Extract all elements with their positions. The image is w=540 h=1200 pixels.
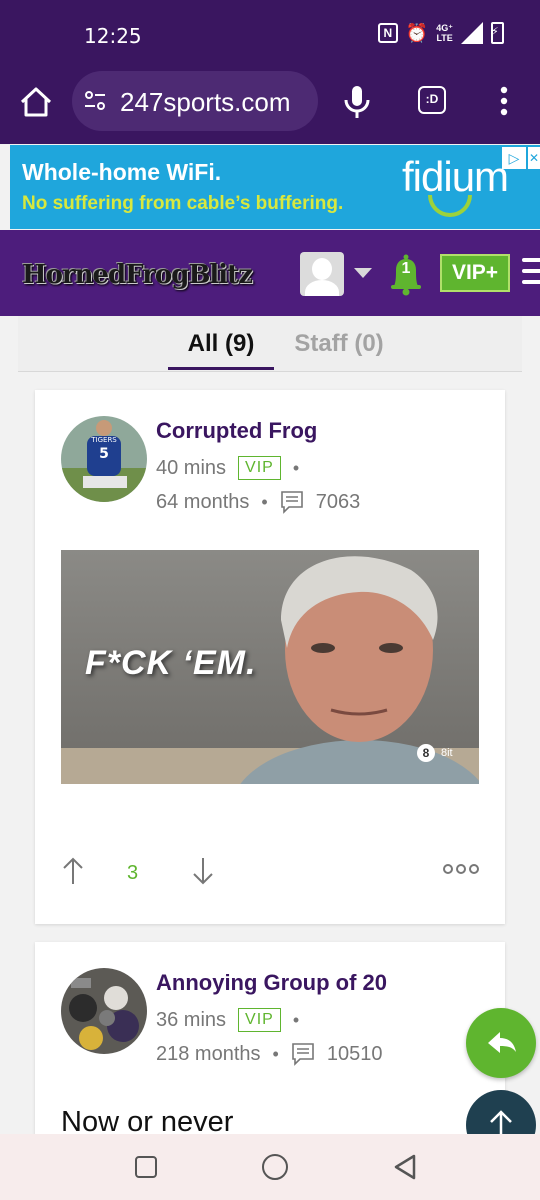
site-header: HornedFrogBlitz 1 VIP+: [0, 230, 540, 316]
adchoices-icon[interactable]: ▷: [502, 147, 526, 169]
ad-brand-logo: fidium: [402, 153, 509, 200]
ad-banner[interactable]: Whole-home WiFi. No suffering from cable…: [10, 145, 540, 229]
author-name[interactable]: Annoying Group of 20: [156, 970, 387, 996]
post-actions: 3: [61, 856, 479, 896]
author-stats: 64 months • 7063: [156, 490, 360, 514]
status-time: 12:25: [84, 24, 142, 48]
system-nav-bar: [0, 1134, 540, 1200]
comment-icon: [292, 1043, 314, 1066]
vote-count: 3: [127, 862, 139, 884]
home-icon[interactable]: [18, 84, 54, 120]
author-avatar[interactable]: TIGERS 5: [61, 416, 147, 502]
active-tab-indicator: [168, 367, 274, 370]
nfc-icon: N: [377, 23, 398, 43]
hamburger-menu-icon[interactable]: [522, 258, 540, 288]
separator-dot: •: [272, 1043, 279, 1064]
author-tenure: 218 months: [156, 1042, 261, 1065]
tab-staff[interactable]: Staff (0): [274, 330, 404, 358]
more-vert-icon[interactable]: [500, 86, 508, 116]
vip-badge: VIP: [238, 456, 281, 480]
ad-tagline: No suffering from cable’s buffering.: [22, 193, 344, 214]
svg-text:5: 5: [99, 446, 109, 462]
upvote-arrow-icon[interactable]: [61, 856, 85, 886]
url-text: 247sports.com: [120, 87, 291, 117]
notifications-bell-icon[interactable]: 1: [386, 252, 426, 296]
author-tenure: 64 months: [156, 490, 250, 513]
more-options-icon[interactable]: [443, 864, 479, 878]
author-stats: 218 months • 10510: [156, 1042, 382, 1066]
post-meta: 36 mins VIP •: [156, 1008, 299, 1032]
status-icons: N ⏰ 4G⁺ LTE: [377, 22, 504, 44]
author-post-count: 7063: [315, 490, 361, 513]
vip-plus-button[interactable]: VIP+: [440, 254, 510, 292]
recents-icon[interactable]: [135, 1156, 157, 1178]
separator-dot: •: [261, 491, 268, 512]
tab-switcher-icon[interactable]: :D: [418, 86, 446, 114]
post-meta: 40 mins VIP •: [156, 456, 299, 480]
address-bar[interactable]: 247sports.com: [72, 71, 318, 131]
comment-icon: [280, 491, 303, 514]
ad-close-icon[interactable]: ✕: [528, 147, 540, 169]
signal-icon: [461, 22, 483, 44]
reply-icon: [488, 1032, 516, 1053]
post-gif-image[interactable]: F*CK ‘EM. 8 8it: [61, 550, 479, 784]
separator-dot: •: [292, 1009, 300, 1030]
site-logo[interactable]: HornedFrogBlitz: [22, 260, 253, 290]
user-avatar[interactable]: [300, 252, 344, 296]
alarm-icon: ⏰: [405, 22, 429, 43]
back-icon[interactable]: [392, 1153, 418, 1181]
downvote-arrow-icon[interactable]: [191, 856, 215, 886]
post-time: 36 mins: [156, 1008, 227, 1031]
ad-headline: Whole-home WiFi.: [22, 159, 222, 185]
gif-watermark: 8 8it: [417, 744, 453, 762]
site-settings-icon[interactable]: [84, 89, 106, 113]
battery-icon: [491, 22, 504, 44]
home-nav-icon[interactable]: [262, 1154, 288, 1180]
status-bar: 12:25 N ⏰ 4G⁺ LTE: [0, 0, 540, 68]
post-card: TIGERS 5 Corrupted Frog 40 mins VIP • 64…: [35, 390, 505, 924]
microphone-icon[interactable]: [342, 84, 372, 120]
ad-brand-smile-icon: [428, 195, 472, 217]
reply-button[interactable]: [466, 1008, 536, 1078]
gif-caption: F*CK ‘EM.: [85, 644, 257, 682]
network-icon: 4G⁺ LTE: [436, 23, 453, 43]
post-time: 40 mins: [156, 456, 227, 479]
separator-dot: •: [292, 457, 300, 478]
author-avatar[interactable]: [61, 968, 147, 1054]
author-name[interactable]: Corrupted Frog: [156, 418, 317, 444]
tab-all[interactable]: All (9): [168, 330, 274, 358]
browser-toolbar: 247sports.com :D: [0, 68, 540, 144]
filter-tabs: All (9) Staff (0): [18, 316, 522, 372]
author-post-count: 10510: [326, 1042, 383, 1065]
vip-badge: VIP: [238, 1008, 281, 1032]
svg-text:TIGERS: TIGERS: [90, 436, 117, 444]
notification-count: 1: [401, 260, 411, 277]
chevron-down-icon[interactable]: [354, 268, 372, 278]
